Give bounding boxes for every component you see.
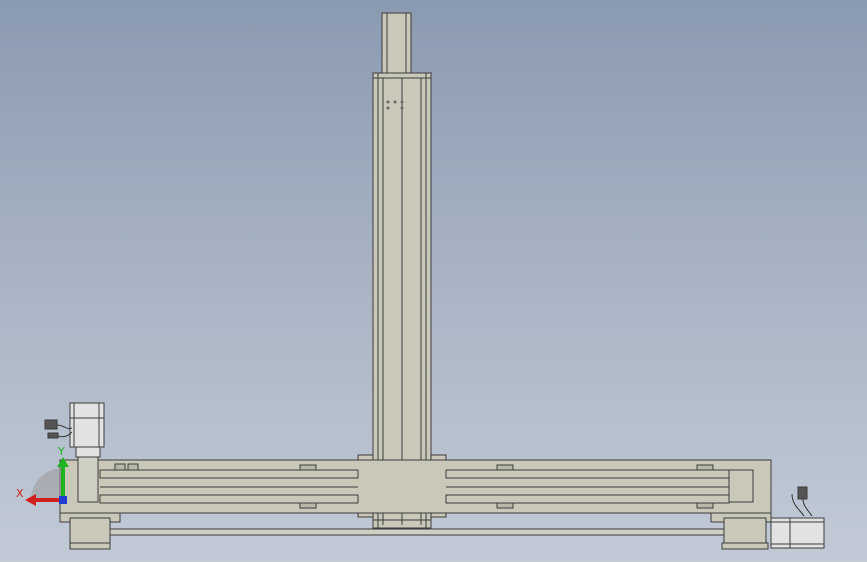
left-motor-coupling xyxy=(77,456,99,503)
cad-viewport[interactable]: Y X xyxy=(0,0,867,562)
x-beam-bottom-rail xyxy=(99,494,359,504)
right-motor-assembly[interactable] xyxy=(770,486,825,549)
z-axis-top-cap xyxy=(381,12,412,74)
vertical-z-axis-column[interactable] xyxy=(372,12,432,529)
gantry-assembly-drawing[interactable]: Y X xyxy=(0,0,867,562)
x-beam-top-rail xyxy=(99,469,359,479)
orientation-triad: Y X xyxy=(16,445,69,506)
left-motor-flange xyxy=(75,446,101,458)
left-motor-cable-connector xyxy=(44,419,73,439)
triad-y-label: Y xyxy=(57,445,65,458)
horizontal-x-axis-beam[interactable] xyxy=(59,459,772,514)
z-axis-marker xyxy=(59,496,67,504)
x-beam-end-cap-right xyxy=(728,469,754,503)
base-guide-rail xyxy=(107,528,729,536)
triad-x-label: X xyxy=(16,487,24,500)
right-motor-cable-connector xyxy=(791,486,813,517)
